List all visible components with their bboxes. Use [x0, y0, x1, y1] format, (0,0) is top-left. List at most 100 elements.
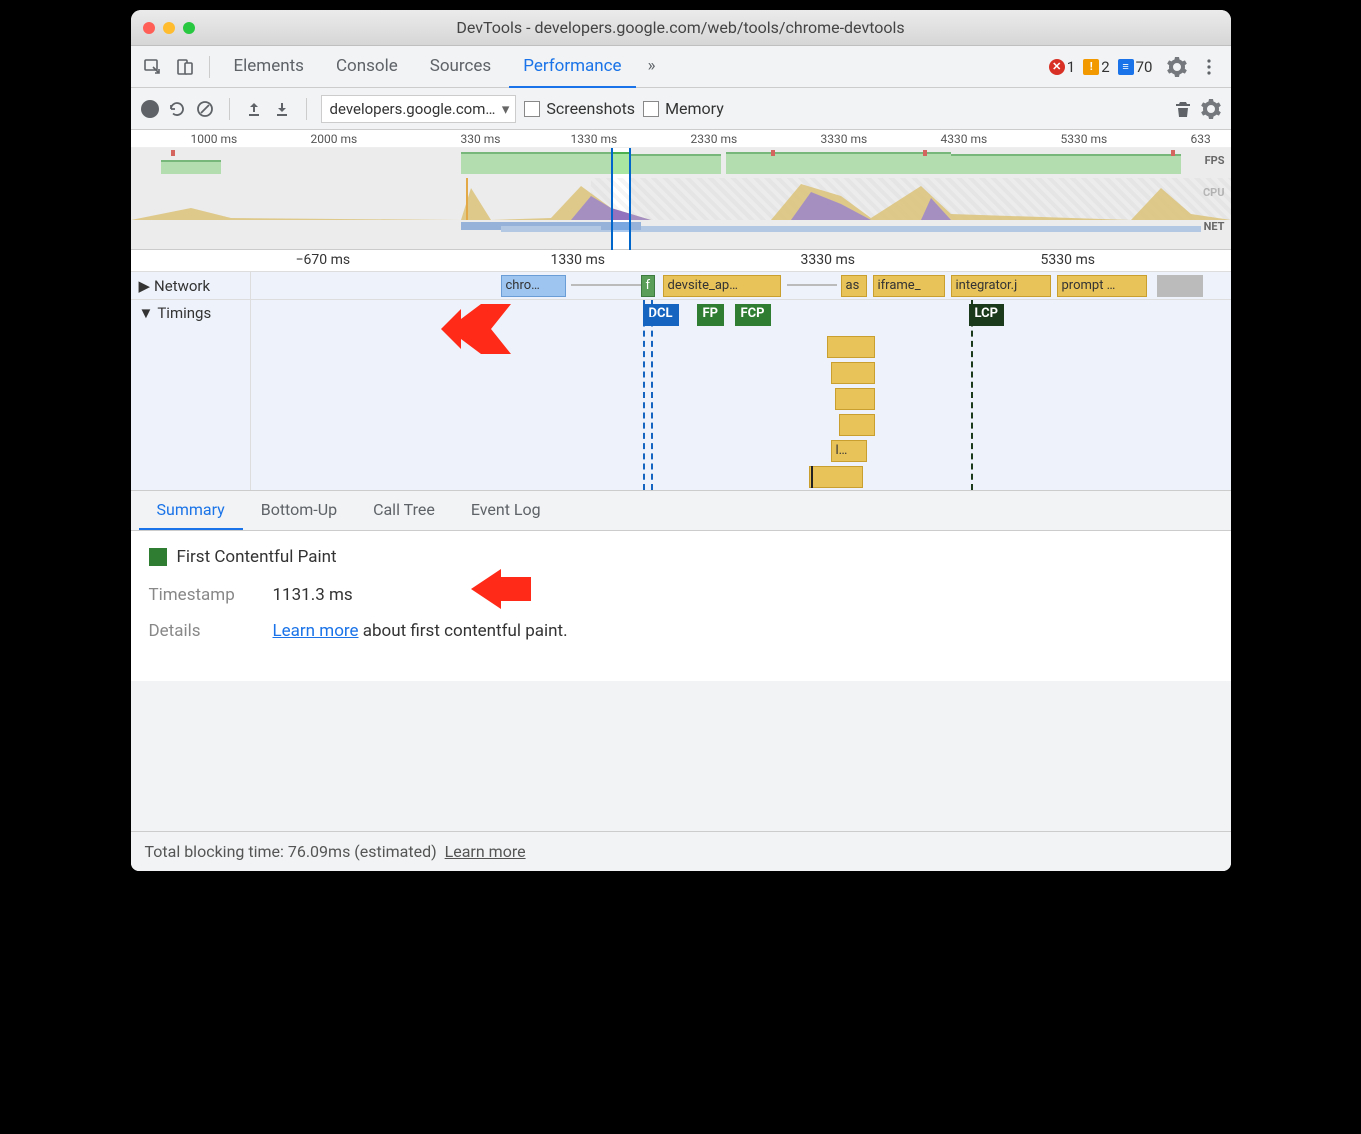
download-icon[interactable] [272, 99, 292, 119]
performance-toolbar: developers.google.com… Screenshots Memor… [131, 88, 1231, 130]
divider [229, 98, 230, 120]
summary-panel: First Contentful Paint Timestamp 1131.3 … [131, 531, 1231, 681]
summary-title-row: First Contentful Paint [149, 547, 1213, 567]
message-icon: ≡ [1118, 59, 1134, 75]
tab-sources[interactable]: Sources [416, 46, 505, 88]
network-item-as[interactable]: as [841, 275, 867, 297]
upload-icon[interactable] [244, 99, 264, 119]
network-item-chrome[interactable]: chro… [501, 275, 566, 297]
screenshots-checkbox[interactable]: Screenshots [524, 99, 635, 118]
clear-icon[interactable] [195, 99, 215, 119]
annotation-arrow-icon [441, 304, 511, 354]
divider [209, 56, 210, 78]
inspect-element-icon[interactable] [139, 53, 167, 81]
flame-chart-area: −670 ms 1330 ms 3330 ms 5330 ms ▶Network… [131, 250, 1231, 491]
kebab-menu-icon[interactable] [1195, 53, 1223, 81]
footer-bar: Total blocking time: 76.09ms (estimated)… [131, 831, 1231, 871]
tab-performance[interactable]: Performance [509, 46, 635, 88]
tick-label: 2000 ms [311, 132, 358, 146]
overview-body: FPS CPU NET [131, 148, 1231, 250]
window-title: DevTools - developers.google.com/web/too… [131, 18, 1231, 37]
divider [306, 98, 307, 120]
tick-label: 3330 ms [821, 132, 868, 146]
record-button[interactable] [141, 100, 159, 118]
empty-space [131, 681, 1231, 831]
summary-details-row: Details Learn more about first contentfu… [149, 621, 1213, 641]
network-item-devsite[interactable]: devsite_ap… [663, 275, 781, 297]
summary-event-name: First Contentful Paint [177, 547, 337, 567]
overview-selection-handle[interactable] [611, 148, 631, 250]
trash-icon[interactable] [1173, 99, 1193, 119]
capture-settings-gear-icon[interactable] [1201, 99, 1221, 119]
tick-label: −670 ms [296, 252, 351, 268]
error-icon: ✕ [1049, 59, 1065, 75]
timings-track[interactable]: ▼Timings DCL FP FCP LCP l… [131, 300, 1231, 490]
tick-label: 2330 ms [691, 132, 738, 146]
network-item-prompt[interactable]: prompt … [1057, 275, 1147, 297]
tab-console[interactable]: Console [322, 46, 412, 88]
timestamp-key: Timestamp [149, 585, 249, 605]
details-text: Learn more about first contentful paint. [273, 621, 568, 641]
settings-gear-icon[interactable] [1163, 53, 1191, 81]
track-ruler: −670 ms 1330 ms 3330 ms 5330 ms [131, 250, 1231, 272]
long-task[interactable] [831, 362, 875, 384]
marker-fp[interactable]: FP [697, 304, 725, 326]
network-item-integrator[interactable]: integrator.j [951, 275, 1051, 297]
timings-label: Timings [157, 304, 211, 322]
tick-label: 1330 ms [551, 252, 605, 268]
network-track[interactable]: ▶Network chro… f devsite_ap… as iframe_ … [131, 272, 1231, 300]
timings-track-body[interactable]: DCL FP FCP LCP l… [251, 300, 1231, 490]
tick-label: 1330 ms [571, 132, 618, 146]
long-task[interactable] [809, 466, 863, 488]
network-track-body[interactable]: chro… f devsite_ap… as iframe_ integrato… [251, 272, 1231, 299]
device-toggle-icon[interactable] [171, 53, 199, 81]
tick-label: 5330 ms [1061, 132, 1108, 146]
network-label: Network [154, 277, 210, 295]
long-task[interactable] [839, 414, 875, 436]
timeline-overview[interactable]: 1000 ms 2000 ms 330 ms 1330 ms 2330 ms 3… [131, 130, 1231, 250]
summary-timestamp-row: Timestamp 1131.3 ms [149, 585, 1213, 605]
long-task-label[interactable]: l… [831, 440, 867, 462]
collapse-icon[interactable]: ▼ [139, 304, 154, 322]
marker-lcp[interactable]: LCP [969, 304, 1005, 326]
network-item-iframe[interactable]: iframe_ [873, 275, 945, 297]
tick-label: 1000 ms [191, 132, 238, 146]
recording-select[interactable]: developers.google.com… [321, 95, 517, 123]
details-tail: about first contentful paint. [359, 621, 568, 641]
message-count: 70 [1136, 58, 1153, 76]
footer-learn-more-link[interactable]: Learn more [445, 842, 526, 861]
warning-icon: ! [1083, 59, 1099, 75]
network-item-f[interactable]: f [641, 275, 655, 297]
tab-elements[interactable]: Elements [220, 46, 318, 88]
window-titlebar: DevTools - developers.google.com/web/too… [131, 10, 1231, 46]
blocking-time-text: Total blocking time: 76.09ms (estimated) [145, 842, 437, 861]
learn-more-link[interactable]: Learn more [273, 621, 359, 641]
devtools-tab-bar: Elements Console Sources Performance » ✕… [131, 46, 1231, 88]
tick-label: 5330 ms [1041, 252, 1095, 268]
expand-icon[interactable]: ▶ [139, 277, 151, 295]
long-task[interactable] [835, 388, 875, 410]
tabs-overflow-button[interactable]: » [640, 46, 664, 88]
marker-dcl[interactable]: DCL [643, 304, 679, 326]
timings-track-header[interactable]: ▼Timings [131, 300, 251, 490]
issue-counter[interactable]: ✕1 !2 ≡70 [1049, 58, 1159, 76]
marker-fcp[interactable]: FCP [735, 304, 771, 326]
tab-bottom-up[interactable]: Bottom-Up [243, 491, 355, 530]
reload-icon[interactable] [167, 99, 187, 119]
memory-checkbox[interactable]: Memory [643, 99, 724, 118]
tick-label: 330 ms [461, 132, 501, 146]
long-task[interactable] [827, 336, 875, 358]
tab-summary[interactable]: Summary [139, 491, 243, 530]
network-track-header[interactable]: ▶Network [131, 272, 251, 299]
details-key: Details [149, 621, 249, 641]
tab-event-log[interactable]: Event Log [453, 491, 559, 530]
error-count: 1 [1067, 58, 1075, 76]
overview-ruler: 1000 ms 2000 ms 330 ms 1330 ms 2330 ms 3… [131, 130, 1231, 148]
tick-label: 3330 ms [801, 252, 855, 268]
checkbox-icon [643, 101, 659, 117]
checkbox-icon [524, 101, 540, 117]
timestamp-value: 1131.3 ms [273, 585, 353, 605]
tick-label: 4330 ms [941, 132, 988, 146]
tab-call-tree[interactable]: Call Tree [355, 491, 453, 530]
warning-count: 2 [1101, 58, 1109, 76]
